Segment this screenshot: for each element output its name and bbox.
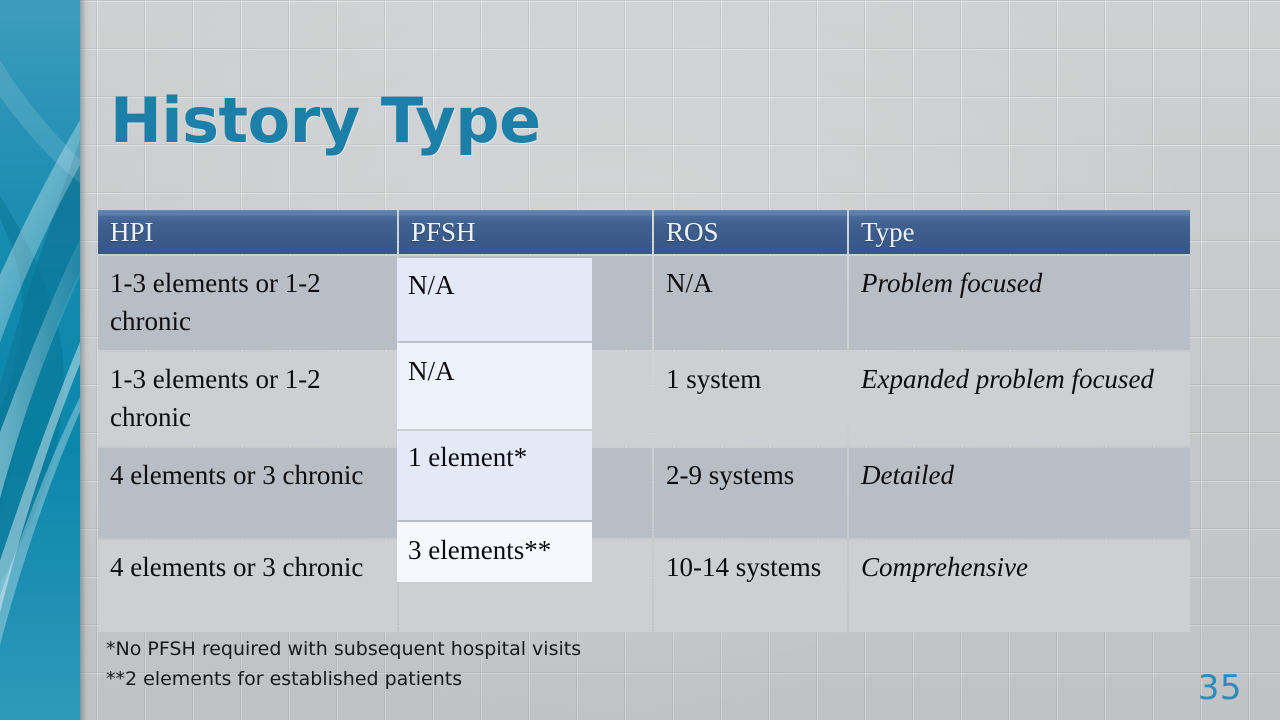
page-title: History Type [110, 84, 541, 157]
left-decorative-band [0, 0, 80, 720]
column-header-type: Type [849, 210, 1190, 254]
cell-type: Problem focused [849, 256, 1190, 350]
footnotes: *No PFSH required with subsequent hospit… [106, 634, 581, 694]
cell-ros: N/A [654, 256, 847, 350]
cell-pfsh-value-1: N/A [408, 270, 455, 300]
cell-hpi: 1-3 elements or 1-2 chronic [98, 256, 397, 350]
cell-hpi: 4 elements or 3 chronic [98, 540, 397, 632]
cell-ros: 2-9 systems [654, 448, 847, 538]
table-header-row: HPI PFSH ROS Type [98, 210, 1190, 254]
cell-type: Comprehensive [849, 540, 1190, 632]
column-header-hpi: HPI [98, 210, 397, 254]
table-row: 1-3 elements or 1-2 chronic N/A Problem … [98, 256, 1190, 350]
history-type-table: HPI PFSH ROS Type 1-3 elements or 1-2 ch… [96, 208, 1192, 634]
column-header-pfsh: PFSH [399, 210, 652, 254]
footnote-2: **2 elements for established patients [106, 668, 463, 690]
cell-pfsh-value-3: 1 element* [408, 442, 528, 472]
table-row: 4 elements or 3 chronic 2-9 systems Deta… [98, 448, 1190, 538]
cell-hpi: 4 elements or 3 chronic [98, 448, 397, 538]
cell-hpi: 1-3 elements or 1-2 chronic [98, 352, 397, 446]
footnote-1: *No PFSH required with subsequent hospit… [106, 638, 582, 660]
cell-ros: 1 system [654, 352, 847, 446]
slide-canvas: History Type HPI PFSH ROS Type 1-3 eleme… [0, 0, 1280, 720]
table-row: 4 elements or 3 chronic 10-14 systems Co… [98, 540, 1190, 632]
cell-ros: 10-14 systems [654, 540, 847, 632]
cell-type: Detailed [849, 448, 1190, 538]
cell-pfsh-value-4: 3 elements** [408, 535, 552, 565]
page-number: 35 [1197, 668, 1242, 708]
table-row: 1-3 elements or 1-2 chronic 1 system Exp… [98, 352, 1190, 446]
history-type-table-wrap: HPI PFSH ROS Type 1-3 elements or 1-2 ch… [96, 208, 1190, 634]
cell-type: Expanded problem focused [849, 352, 1190, 446]
cell-pfsh-value-2: N/A [408, 356, 455, 386]
column-header-ros: ROS [654, 210, 847, 254]
swoosh-graphic [0, 60, 80, 645]
band-shadow-edge [80, 0, 90, 720]
